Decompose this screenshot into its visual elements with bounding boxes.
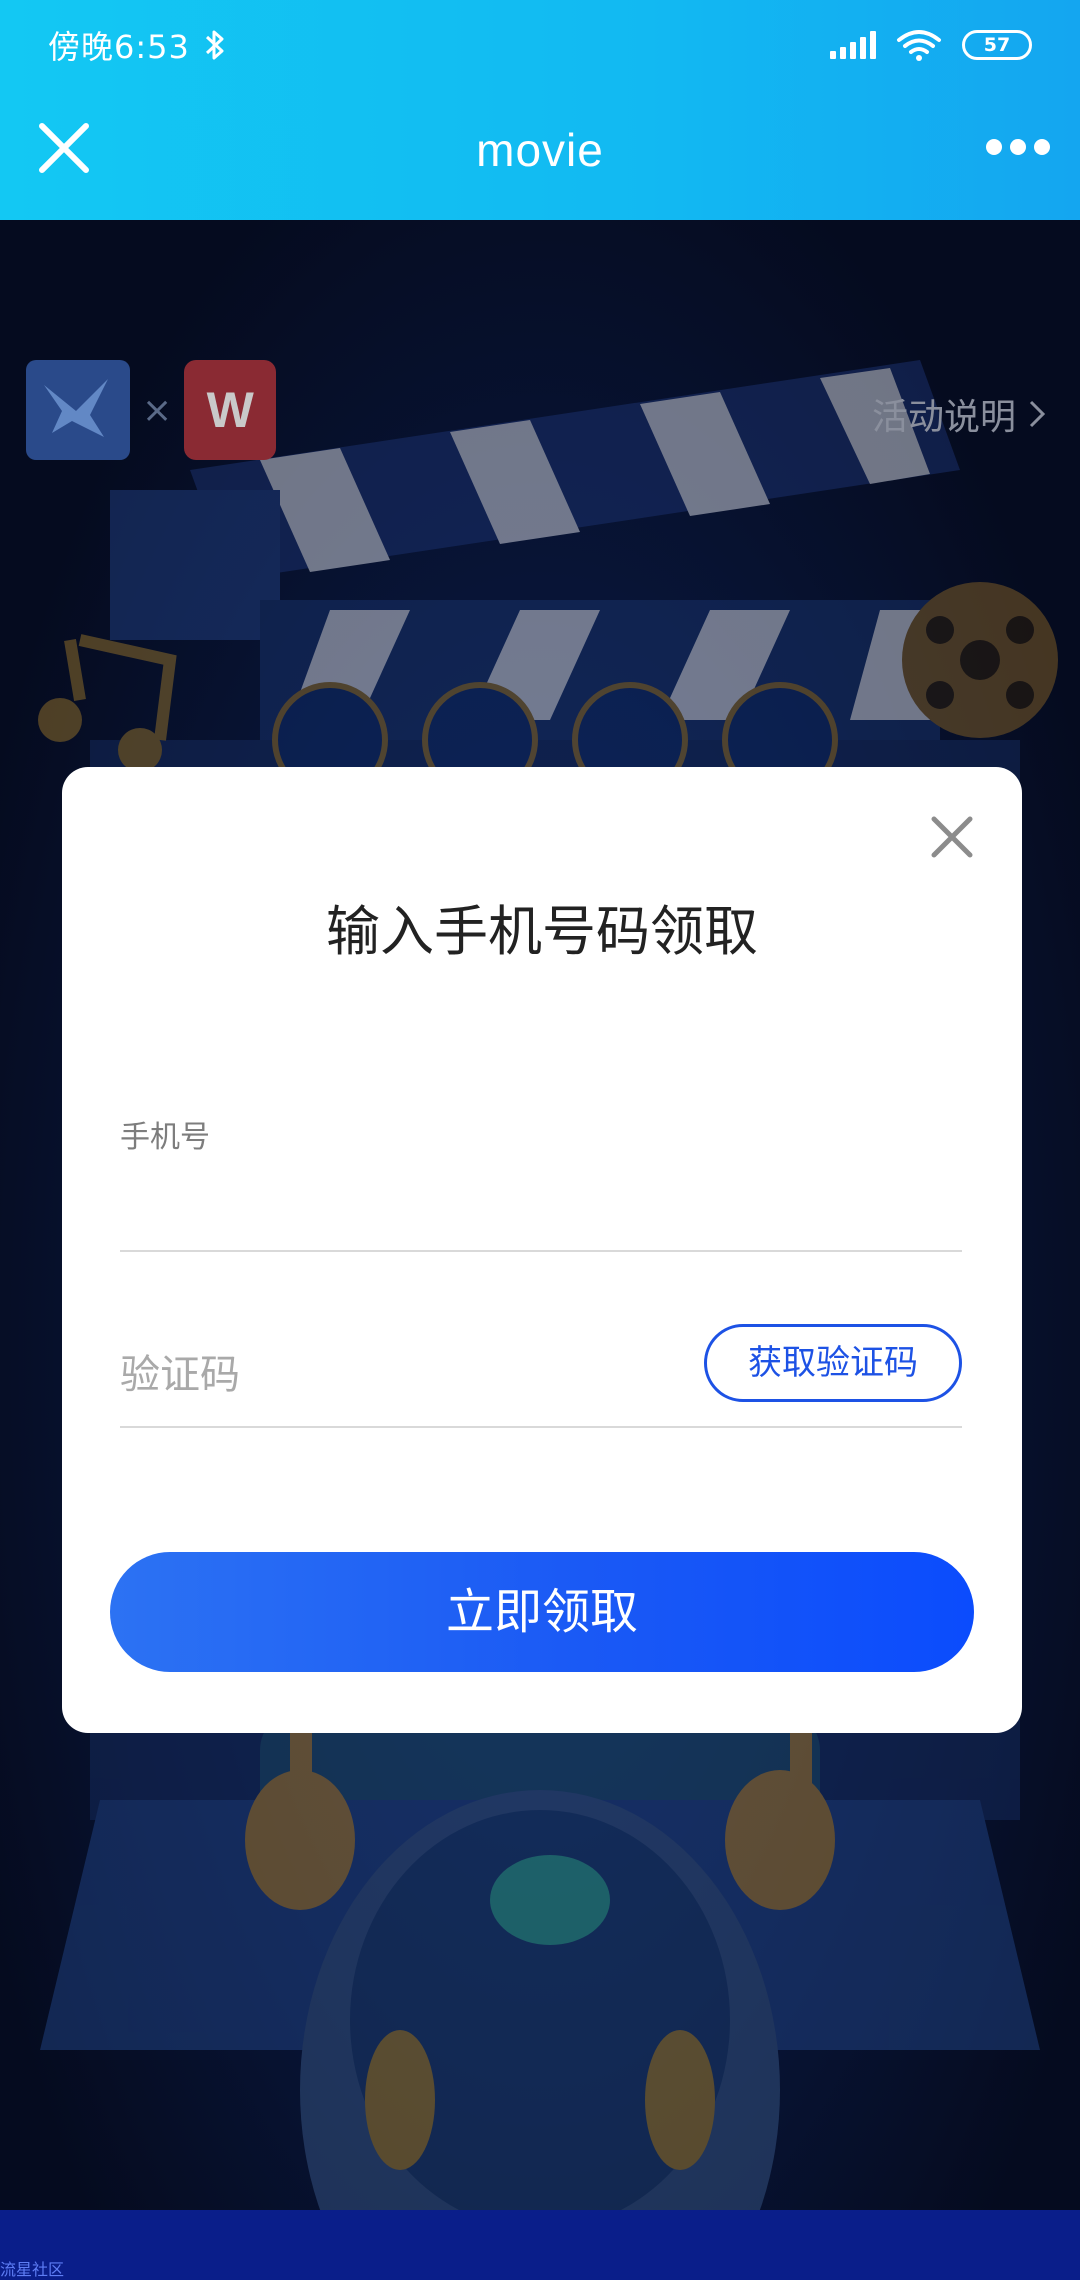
nav-bar: movie <box>0 90 1080 220</box>
watermark: 流星社区 <box>0 2260 65 2279</box>
close-icon[interactable] <box>930 815 974 859</box>
code-divider <box>120 1426 962 1428</box>
battery-icon: 57 <box>962 30 1032 60</box>
more-icon[interactable] <box>986 135 1050 159</box>
dialog-title: 输入手机号码领取 <box>326 900 758 963</box>
verification-code-input[interactable] <box>120 1335 680 1415</box>
logo-separator: × <box>142 389 173 431</box>
wps-logo-glyph: W <box>206 382 254 438</box>
nav-title: movie <box>476 124 604 176</box>
phone-divider <box>120 1250 962 1252</box>
chevron-right-icon <box>1029 400 1046 428</box>
phone-field-label: 手机号 <box>120 1120 210 1155</box>
activity-rules-link[interactable]: 活动说明 <box>872 388 1046 440</box>
status-icons: 57 <box>830 28 1032 62</box>
partner-logos: × W <box>26 360 277 460</box>
signal-icon <box>830 31 876 59</box>
get-code-button[interactable]: 获取验证码 <box>704 1324 962 1402</box>
battery-level: 57 <box>983 34 1011 56</box>
wps-logo: W <box>184 360 277 460</box>
claim-dialog: 输入手机号码领取 手机号 获取验证码 立即领取 <box>62 767 1022 1733</box>
activity-rules-label: 活动说明 <box>871 397 1016 438</box>
status-bar: 傍晚6:53 57 <box>0 0 1080 90</box>
xunlei-logo <box>26 360 130 460</box>
bluetooth-icon <box>205 30 224 60</box>
claim-now-button[interactable]: 立即领取 <box>110 1552 974 1672</box>
bottom-strip <box>0 2210 1080 2280</box>
wifi-icon <box>897 30 941 61</box>
status-time: 傍晚6:53 <box>48 28 190 66</box>
phone-input[interactable] <box>120 1167 962 1247</box>
